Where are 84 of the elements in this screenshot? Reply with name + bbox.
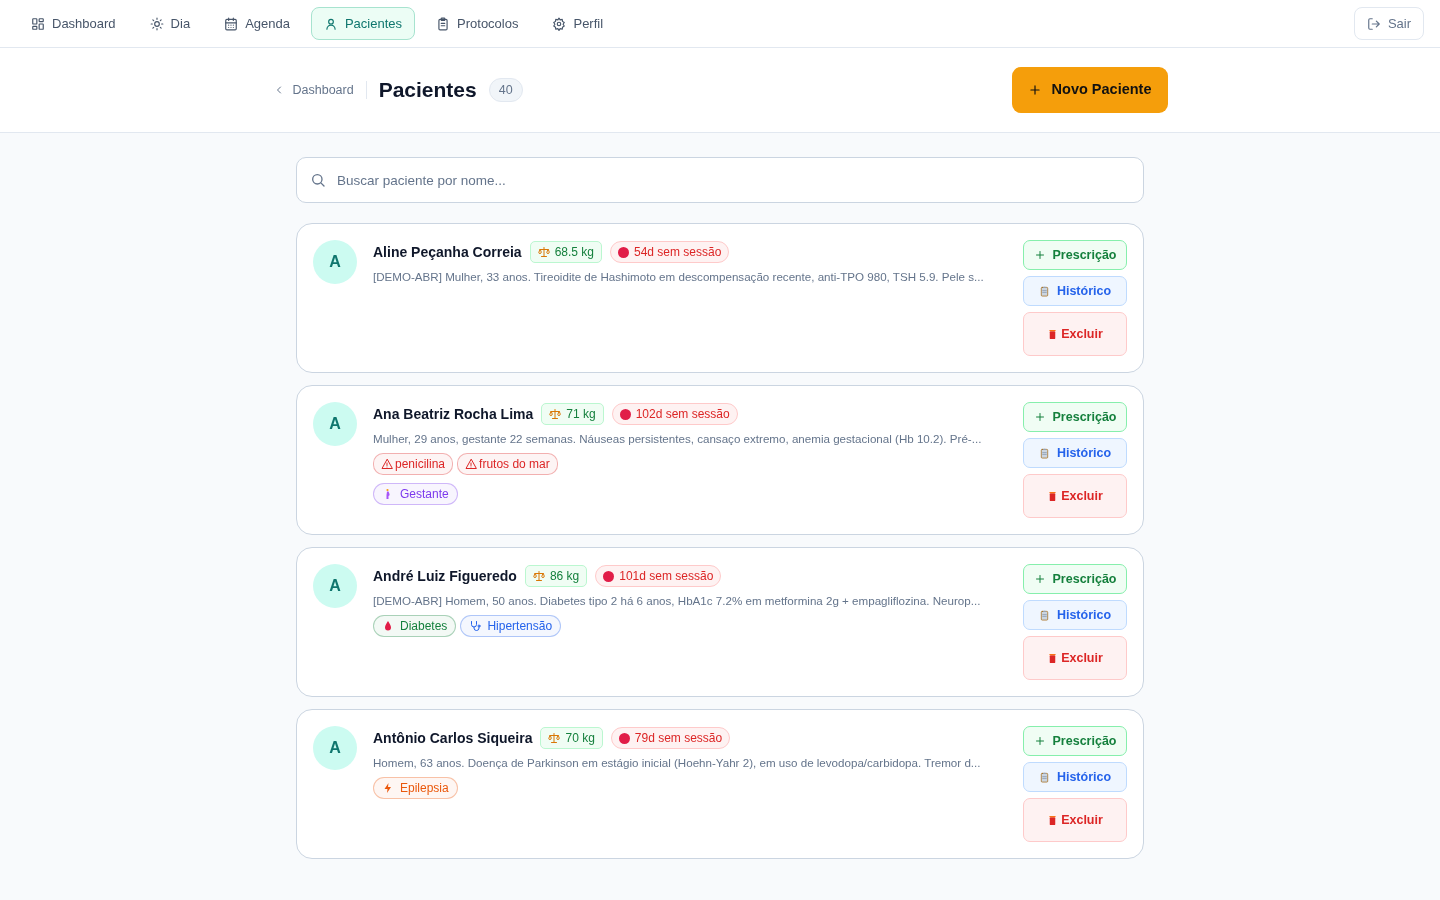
patient-count: 40 xyxy=(488,77,523,103)
scale-icon xyxy=(548,732,561,744)
nav-tab[interactable]: Pacientes xyxy=(310,6,416,41)
prescription-button[interactable]: Prescrição xyxy=(1023,402,1127,432)
plus-icon xyxy=(1033,735,1046,747)
session-alert-icon xyxy=(603,570,615,582)
plus-icon xyxy=(1033,573,1046,585)
delete-button[interactable]: Excluir xyxy=(1023,474,1127,518)
session-alert-icon xyxy=(618,246,629,258)
patient-name[interactable]: Ana Beatriz Rocha Lima xyxy=(373,403,534,425)
patient-name[interactable]: Aline Peçanha Correia xyxy=(373,241,522,263)
allergy-tag: penicilina xyxy=(373,453,454,476)
plus-icon xyxy=(1027,83,1042,97)
nav-tab[interactable]: Dia xyxy=(136,6,204,41)
prescription-button[interactable]: Prescrição xyxy=(1023,726,1127,756)
logout-icon xyxy=(1366,16,1381,31)
gear-icon xyxy=(552,16,567,31)
nav-tab[interactable]: Agenda xyxy=(211,6,303,41)
trash-icon xyxy=(1047,327,1059,341)
scale-icon xyxy=(537,246,550,258)
weight-badge: 70 kg xyxy=(540,727,603,749)
history-button[interactable]: Histórico xyxy=(1023,438,1127,468)
condition-tag: Diabetes xyxy=(373,615,457,638)
patient-description: Homem, 63 anos. Doença de Parkinson em estágio inicial (Hoehn-Yahr 2), em uso de levodopa/carbidopa. Tremor d... xyxy=(373,755,982,771)
session-alert-icon xyxy=(619,408,631,420)
nav-tab[interactable]: Protocolos xyxy=(423,6,532,41)
trash-icon xyxy=(1047,651,1059,665)
clipboard-icon xyxy=(1038,608,1050,622)
avatar: A xyxy=(313,564,357,608)
scale-icon xyxy=(549,408,562,420)
clipboard-icon xyxy=(1038,770,1050,784)
warning-icon xyxy=(465,458,478,471)
blood-drop-icon xyxy=(382,620,394,633)
patient-description: [DEMO-ABR] Mulher, 33 anos. Tireoidite de Hashimoto em descompensação recente, anti-TPO 980, TSH 5.9. Pele s... xyxy=(373,269,985,285)
plus-icon xyxy=(1033,411,1046,423)
warning-icon xyxy=(381,458,393,471)
prescription-button[interactable]: Prescrição xyxy=(1023,240,1127,270)
weight-badge: 86 kg xyxy=(524,565,588,587)
session-alert-icon xyxy=(618,732,630,744)
breadcrumb-link[interactable]: Dashboard xyxy=(272,80,367,100)
plus-icon xyxy=(1033,249,1046,261)
stethoscope-icon xyxy=(469,620,482,633)
session-badge: 54d sem sessão xyxy=(610,241,730,263)
history-button[interactable]: Histórico xyxy=(1023,276,1127,306)
trash-icon xyxy=(1047,489,1059,503)
patient-description: Mulher, 29 anos, gestante 22 semanas. Náuseas persistentes, cansaço extremo, anemia gestacional (Hb 10.2). Pré-... xyxy=(373,431,983,447)
logout-button[interactable]: Sair xyxy=(1353,6,1424,41)
allergy-tag: frutos do mar xyxy=(457,453,558,476)
scale-icon xyxy=(532,570,545,582)
avatar: A xyxy=(313,402,357,446)
patient-description: [DEMO-ABR] Homem, 50 anos. Diabetes tipo 2 há 6 anos, HbA1c 7.2% em metformina 2g + empagliflozina. Neurop... xyxy=(373,593,982,609)
clipboard-icon xyxy=(1038,446,1050,460)
search-field[interactable]: Buscar paciente por nome... xyxy=(296,157,1144,203)
clipboard-icon xyxy=(436,16,451,31)
condition-tag: Gestante xyxy=(373,483,458,506)
session-badge: 101d sem sessão xyxy=(595,565,722,587)
nav-tab[interactable]: Perfil xyxy=(539,6,617,41)
delete-button[interactable]: Excluir xyxy=(1023,636,1127,680)
weight-badge: 68.5 kg xyxy=(529,241,602,263)
patient-name[interactable]: André Luiz Figueredo xyxy=(373,565,517,587)
new-patient-button[interactable]: Novo Paciente xyxy=(1011,67,1168,113)
session-badge: 79d sem sessão xyxy=(610,727,731,749)
avatar: A xyxy=(313,240,357,284)
history-button[interactable]: Histórico xyxy=(1023,600,1127,630)
history-button[interactable]: Histórico xyxy=(1023,762,1127,792)
lightning-icon xyxy=(382,782,394,795)
prescription-button[interactable]: Prescrição xyxy=(1023,564,1127,594)
page-title: Pacientes xyxy=(378,77,477,104)
delete-button[interactable]: Excluir xyxy=(1023,312,1127,356)
session-badge: 102d sem sessão xyxy=(611,403,738,425)
patient-name[interactable]: Antônio Carlos Siqueira xyxy=(373,727,533,749)
nav-tab[interactable]: Dashboard xyxy=(18,6,129,41)
user-icon xyxy=(323,16,338,31)
condition-tag: Hipertensão xyxy=(460,615,562,638)
condition-tag: Epilepsia xyxy=(373,777,458,800)
search-icon xyxy=(310,172,326,188)
sun-icon xyxy=(149,16,164,31)
calendar-icon xyxy=(224,16,239,31)
clipboard-icon xyxy=(1038,284,1050,298)
grid-icon xyxy=(31,16,45,31)
weight-badge: 71 kg xyxy=(541,403,604,425)
avatar: A xyxy=(313,726,357,770)
trash-icon xyxy=(1047,813,1059,827)
delete-button[interactable]: Excluir xyxy=(1023,798,1127,842)
